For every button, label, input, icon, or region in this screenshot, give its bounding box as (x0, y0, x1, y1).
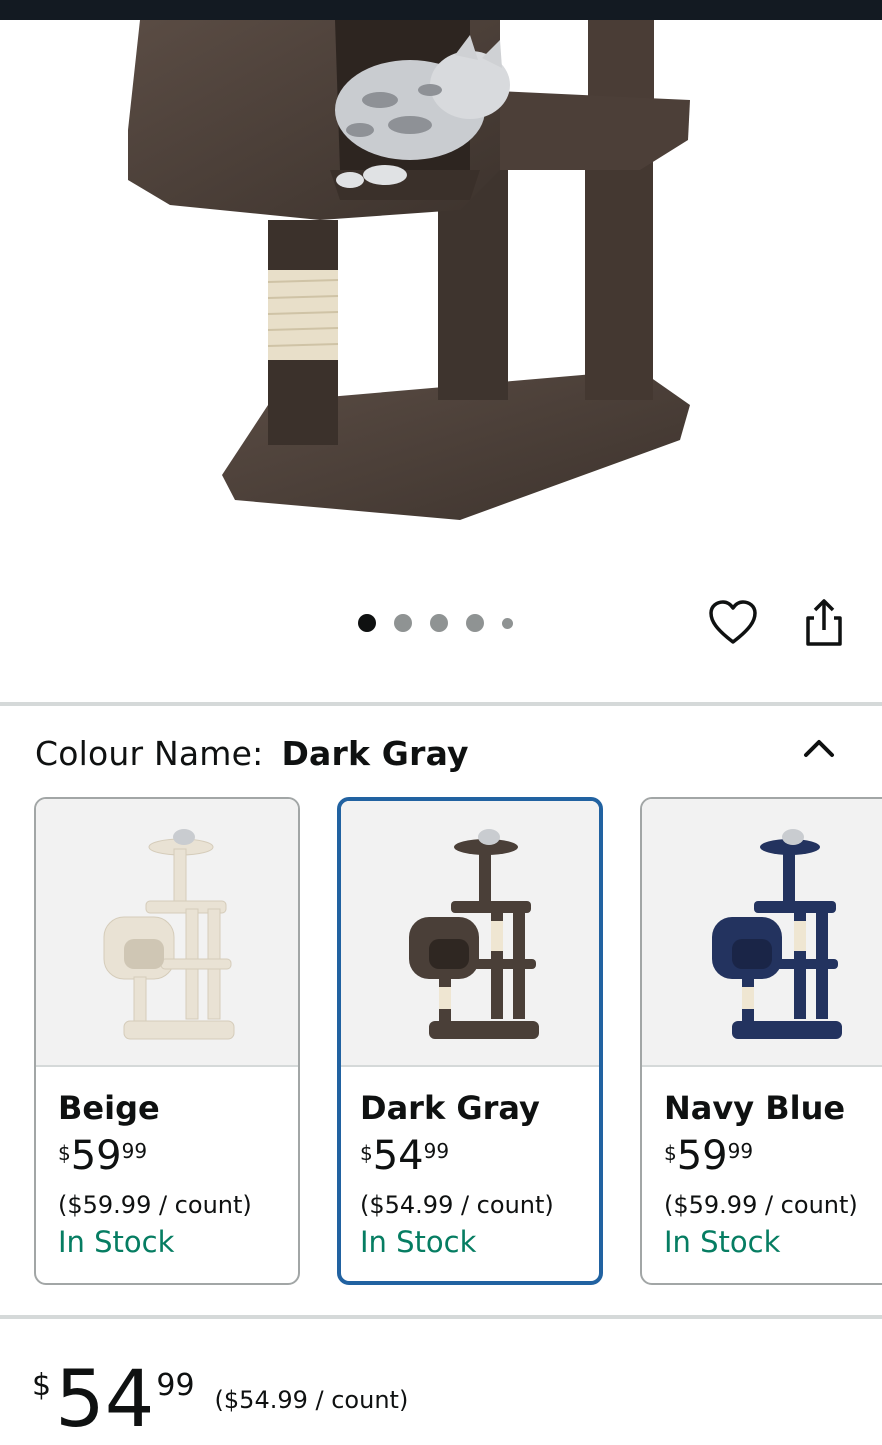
share-button[interactable] (800, 596, 848, 650)
price-whole: 59 (70, 1133, 122, 1179)
cat-tree-thumbnail (409, 829, 539, 1039)
share-icon (806, 599, 842, 646)
variant-price: $54 99 (360, 1133, 599, 1185)
currency-symbol: $ (664, 1141, 677, 1165)
price-fraction: 99 (121, 1139, 148, 1163)
variant-card-navy-blue[interactable]: Navy Blue $59 99 ($59.99 / count) In Stoc… (640, 797, 882, 1285)
stock-status: In Stock (58, 1225, 175, 1259)
cat-tree-thumbnail (712, 829, 842, 1039)
variant-thumbnail (642, 799, 882, 1067)
stock-status: In Stock (360, 1225, 477, 1259)
currency-symbol: $ (58, 1141, 71, 1165)
carousel-dot[interactable] (394, 614, 412, 632)
variant-thumbnail (341, 801, 599, 1067)
variant-price: $59 99 (58, 1133, 298, 1185)
variant-price: $59 99 (664, 1133, 882, 1185)
carousel-dot[interactable] (358, 614, 376, 632)
collapse-variants-button[interactable] (798, 728, 840, 768)
variant-name: Dark Gray (360, 1089, 540, 1127)
price-fraction: 99 (156, 1368, 195, 1403)
unit-price: ($54.99 / count) (360, 1191, 554, 1219)
variant-name: Navy Blue (664, 1089, 846, 1127)
product-image[interactable] (0, 20, 882, 580)
price-whole: 54 (372, 1133, 424, 1179)
carousel-dot[interactable] (430, 614, 448, 632)
unit-price: ($59.99 / count) (58, 1191, 252, 1219)
stock-status: In Stock (664, 1225, 781, 1259)
wishlist-button[interactable] (706, 598, 760, 648)
variant-card-dark-gray[interactable]: Dark Gray $54 99 ($54.99 / count) In Stoc… (337, 797, 603, 1285)
unit-price: ($54.99 / count) (214, 1386, 409, 1414)
variant-label: Colour Name: (35, 734, 264, 773)
unit-price: ($59.99 / count) (664, 1191, 858, 1219)
variant-selected-value: Dark Gray (281, 734, 469, 773)
price-whole: 54 (55, 1355, 155, 1445)
carousel-dot[interactable] (502, 617, 513, 629)
heart-icon (709, 600, 757, 644)
variant-thumbnail (36, 799, 298, 1067)
variant-card-beige[interactable]: Beige $59 99 ($59.99 / count) In Stock (34, 797, 300, 1285)
chevron-up-icon (804, 740, 834, 757)
variant-header: Colour Name: Dark Gray (35, 734, 469, 773)
carousel-dot[interactable] (466, 614, 484, 632)
price-whole: 59 (676, 1133, 728, 1179)
price-fraction: 99 (727, 1139, 754, 1163)
section-divider (0, 1315, 882, 1319)
currency-symbol: $ (360, 1141, 373, 1165)
main-price: $54 99 ($54.99 / count) (32, 1360, 408, 1440)
image-carousel-dots[interactable] (358, 613, 531, 633)
currency-symbol: $ (32, 1368, 52, 1403)
variant-name: Beige (58, 1089, 160, 1127)
top-status-bar (0, 0, 882, 20)
price-fraction: 99 (423, 1139, 450, 1163)
cat-tree-illustration (128, 20, 690, 520)
cat-tree-thumbnail (103, 829, 235, 1040)
section-divider (0, 702, 882, 706)
